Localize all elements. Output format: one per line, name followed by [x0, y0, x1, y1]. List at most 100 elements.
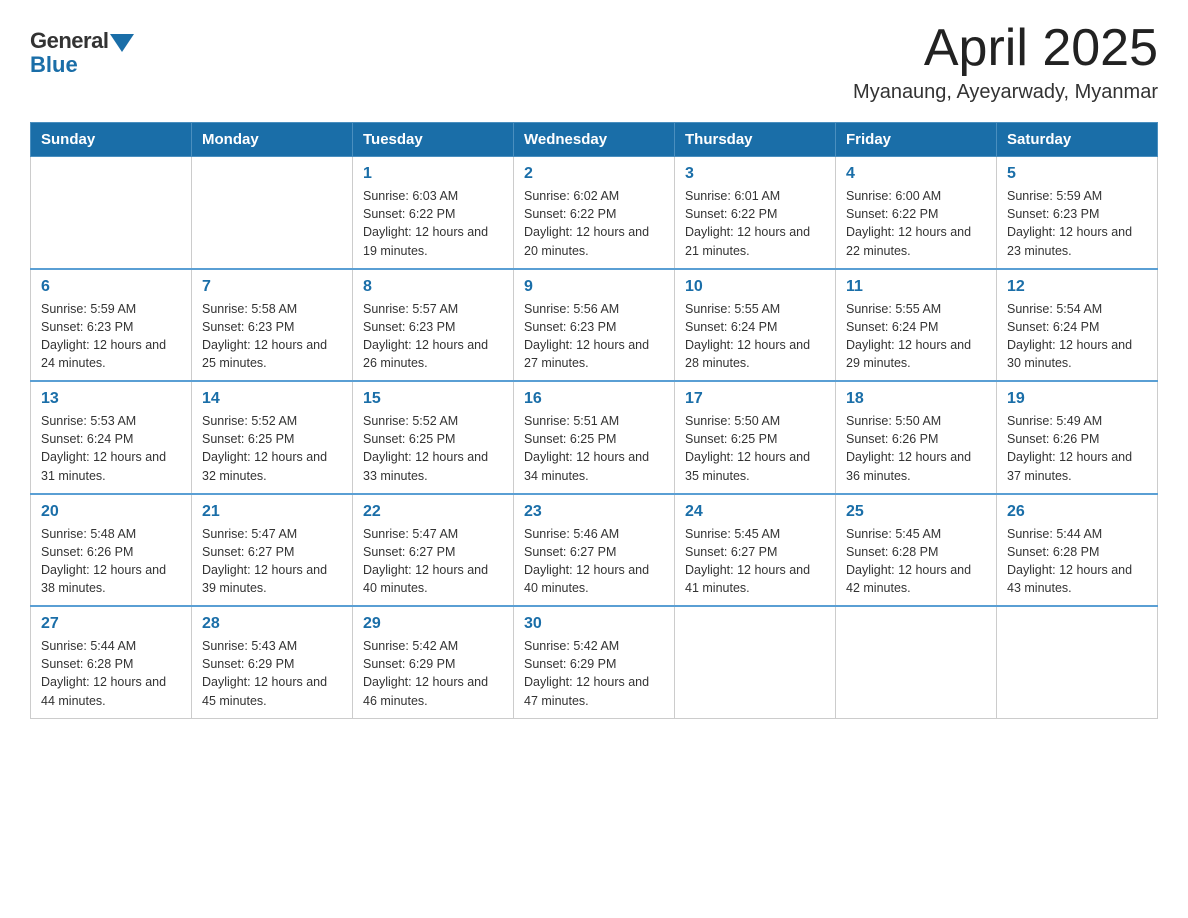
day-number: 1	[363, 165, 503, 183]
calendar-cell: 5Sunrise: 5:59 AMSunset: 6:23 PMDaylight…	[997, 157, 1158, 269]
day-info: Sunrise: 5:48 AMSunset: 6:26 PMDaylight:…	[41, 525, 181, 598]
day-number: 2	[524, 165, 664, 183]
day-number: 17	[685, 390, 825, 408]
day-info: Sunrise: 5:43 AMSunset: 6:29 PMDaylight:…	[202, 637, 342, 710]
day-number: 4	[846, 165, 986, 183]
day-info: Sunrise: 5:54 AMSunset: 6:24 PMDaylight:…	[1007, 300, 1147, 373]
day-number: 13	[41, 390, 181, 408]
day-info: Sunrise: 5:47 AMSunset: 6:27 PMDaylight:…	[363, 525, 503, 598]
day-info: Sunrise: 6:00 AMSunset: 6:22 PMDaylight:…	[846, 187, 986, 260]
day-info: Sunrise: 5:46 AMSunset: 6:27 PMDaylight:…	[524, 525, 664, 598]
day-number: 21	[202, 503, 342, 521]
calendar-cell: 29Sunrise: 5:42 AMSunset: 6:29 PMDayligh…	[353, 606, 514, 718]
calendar-header-row: SundayMondayTuesdayWednesdayThursdayFrid…	[31, 123, 1158, 157]
day-info: Sunrise: 5:50 AMSunset: 6:26 PMDaylight:…	[846, 412, 986, 485]
day-info: Sunrise: 5:56 AMSunset: 6:23 PMDaylight:…	[524, 300, 664, 373]
calendar-cell: 2 Sunrise: 6:02 AMSunset: 6:22 PMDaylight…	[514, 157, 675, 269]
month-year-title: April 2025	[853, 20, 1158, 77]
calendar-cell: 1 Sunrise: 6:03 AMSunset: 6:22 PMDaylight…	[353, 157, 514, 269]
page-header: General Blue April 2025 Myanaung, Ayeyar…	[30, 20, 1158, 104]
day-info: Sunrise: 5:49 AMSunset: 6:26 PMDaylight:…	[1007, 412, 1147, 485]
calendar-cell: 26 Sunrise: 5:44 AMSunset: 6:28 PMDayligh…	[997, 494, 1158, 607]
day-number: 25	[846, 503, 986, 521]
day-number: 10	[685, 278, 825, 296]
day-number: 19	[1007, 390, 1147, 408]
calendar-cell: 24Sunrise: 5:45 AMSunset: 6:27 PMDayligh…	[675, 494, 836, 607]
day-number: 3	[685, 165, 825, 183]
calendar-cell: 17 Sunrise: 5:50 AMSunset: 6:25 PMDayligh…	[675, 381, 836, 494]
calendar-cell: 21Sunrise: 5:47 AMSunset: 6:27 PMDayligh…	[192, 494, 353, 607]
calendar-week-row: 27 Sunrise: 5:44 AMSunset: 6:28 PMDayligh…	[31, 606, 1158, 718]
calendar-week-row: 13 Sunrise: 5:53 AMSunset: 6:24 PMDayligh…	[31, 381, 1158, 494]
calendar-cell: 9 Sunrise: 5:56 AMSunset: 6:23 PMDaylight…	[514, 269, 675, 382]
day-number: 7	[202, 278, 342, 296]
calendar-cell: 23 Sunrise: 5:46 AMSunset: 6:27 PMDayligh…	[514, 494, 675, 607]
day-info: Sunrise: 5:42 AMSunset: 6:29 PMDaylight:…	[363, 637, 503, 710]
day-number: 24	[685, 503, 825, 521]
day-info: Sunrise: 5:53 AMSunset: 6:24 PMDaylight:…	[41, 412, 181, 485]
day-number: 27	[41, 615, 181, 633]
calendar-cell: 10Sunrise: 5:55 AMSunset: 6:24 PMDayligh…	[675, 269, 836, 382]
day-number: 26	[1007, 503, 1147, 521]
day-number: 23	[524, 503, 664, 521]
calendar-cell: 12 Sunrise: 5:54 AMSunset: 6:24 PMDayligh…	[997, 269, 1158, 382]
day-number: 12	[1007, 278, 1147, 296]
logo-general-text: General	[30, 28, 108, 54]
day-number: 11	[846, 278, 986, 296]
calendar-cell: 7 Sunrise: 5:58 AMSunset: 6:23 PMDaylight…	[192, 269, 353, 382]
day-info: Sunrise: 5:59 AMSunset: 6:23 PMDaylight:…	[1007, 187, 1147, 260]
day-info: Sunrise: 5:50 AMSunset: 6:25 PMDaylight:…	[685, 412, 825, 485]
calendar-week-row: 6Sunrise: 5:59 AMSunset: 6:23 PMDaylight…	[31, 269, 1158, 382]
calendar-cell: 30 Sunrise: 5:42 AMSunset: 6:29 PMDayligh…	[514, 606, 675, 718]
calendar-cell	[675, 606, 836, 718]
calendar-cell: 11 Sunrise: 5:55 AMSunset: 6:24 PMDayligh…	[836, 269, 997, 382]
calendar-cell: 27 Sunrise: 5:44 AMSunset: 6:28 PMDayligh…	[31, 606, 192, 718]
day-number: 15	[363, 390, 503, 408]
day-info: Sunrise: 5:52 AMSunset: 6:25 PMDaylight:…	[202, 412, 342, 485]
day-number: 22	[363, 503, 503, 521]
day-info: Sunrise: 5:55 AMSunset: 6:24 PMDaylight:…	[846, 300, 986, 373]
day-number: 30	[524, 615, 664, 633]
logo-blue-text: Blue	[30, 52, 78, 78]
location-subtitle: Myanaung, Ayeyarwady, Myanmar	[853, 81, 1158, 104]
day-info: Sunrise: 5:44 AMSunset: 6:28 PMDaylight:…	[41, 637, 181, 710]
calendar-cell: 14 Sunrise: 5:52 AMSunset: 6:25 PMDayligh…	[192, 381, 353, 494]
weekday-header-wednesday: Wednesday	[514, 123, 675, 157]
logo-triangle-icon	[110, 34, 134, 52]
weekday-header-tuesday: Tuesday	[353, 123, 514, 157]
day-number: 6	[41, 278, 181, 296]
calendar-week-row: 1 Sunrise: 6:03 AMSunset: 6:22 PMDaylight…	[31, 157, 1158, 269]
calendar-cell: 16Sunrise: 5:51 AMSunset: 6:25 PMDayligh…	[514, 381, 675, 494]
calendar-cell: 15 Sunrise: 5:52 AMSunset: 6:25 PMDayligh…	[353, 381, 514, 494]
calendar-cell	[997, 606, 1158, 718]
day-number: 8	[363, 278, 503, 296]
day-info: Sunrise: 5:44 AMSunset: 6:28 PMDaylight:…	[1007, 525, 1147, 598]
weekday-header-thursday: Thursday	[675, 123, 836, 157]
weekday-header-monday: Monday	[192, 123, 353, 157]
day-info: Sunrise: 5:42 AMSunset: 6:29 PMDaylight:…	[524, 637, 664, 710]
day-number: 18	[846, 390, 986, 408]
day-number: 28	[202, 615, 342, 633]
day-info: Sunrise: 5:58 AMSunset: 6:23 PMDaylight:…	[202, 300, 342, 373]
calendar-cell	[31, 157, 192, 269]
calendar-cell	[836, 606, 997, 718]
weekday-header-saturday: Saturday	[997, 123, 1158, 157]
day-number: 14	[202, 390, 342, 408]
calendar-table: SundayMondayTuesdayWednesdayThursdayFrid…	[30, 122, 1158, 719]
day-number: 16	[524, 390, 664, 408]
calendar-cell: 28 Sunrise: 5:43 AMSunset: 6:29 PMDayligh…	[192, 606, 353, 718]
calendar-cell: 18 Sunrise: 5:50 AMSunset: 6:26 PMDayligh…	[836, 381, 997, 494]
calendar-cell: 13 Sunrise: 5:53 AMSunset: 6:24 PMDayligh…	[31, 381, 192, 494]
calendar-cell: 20 Sunrise: 5:48 AMSunset: 6:26 PMDayligh…	[31, 494, 192, 607]
day-number: 20	[41, 503, 181, 521]
calendar-cell: 25Sunrise: 5:45 AMSunset: 6:28 PMDayligh…	[836, 494, 997, 607]
logo: General Blue	[30, 28, 134, 78]
calendar-cell: 4 Sunrise: 6:00 AMSunset: 6:22 PMDaylight…	[836, 157, 997, 269]
calendar-cell: 3Sunrise: 6:01 AMSunset: 6:22 PMDaylight…	[675, 157, 836, 269]
day-number: 9	[524, 278, 664, 296]
day-info: Sunrise: 6:03 AMSunset: 6:22 PMDaylight:…	[363, 187, 503, 260]
day-info: Sunrise: 5:52 AMSunset: 6:25 PMDaylight:…	[363, 412, 503, 485]
day-info: Sunrise: 6:02 AMSunset: 6:22 PMDaylight:…	[524, 187, 664, 260]
calendar-cell	[192, 157, 353, 269]
weekday-header-friday: Friday	[836, 123, 997, 157]
